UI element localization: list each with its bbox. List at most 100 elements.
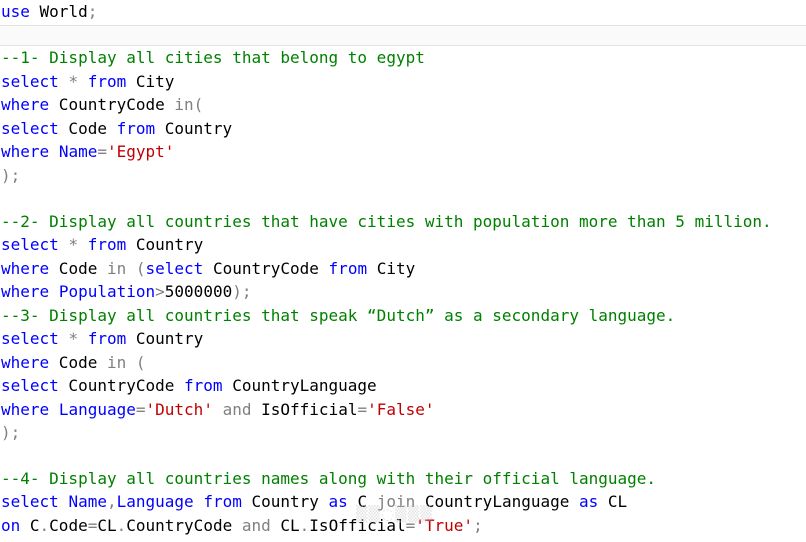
token-text: CountryCode bbox=[126, 516, 242, 535]
token-keyword: as bbox=[579, 492, 599, 511]
code-line[interactable]: where CountryCode in( bbox=[1, 93, 203, 116]
token-keyword: from bbox=[87, 329, 127, 348]
token-keyword: select bbox=[1, 329, 59, 348]
code-line[interactable]: ); bbox=[1, 421, 20, 444]
code-line[interactable]: --2- Display all countries that have cit… bbox=[1, 210, 772, 233]
token-keyword: Language bbox=[58, 400, 136, 419]
token-text: CountryCode bbox=[58, 376, 185, 395]
token-keyword: select bbox=[1, 376, 59, 395]
token-operator: * bbox=[68, 329, 79, 348]
token-string: 'False' bbox=[367, 400, 435, 419]
code-line[interactable]: --1- Display all cities that belong to e… bbox=[1, 46, 425, 69]
token-keyword: from bbox=[328, 259, 368, 278]
token-keyword: on bbox=[1, 516, 21, 535]
token-text: IsOfficial bbox=[251, 400, 358, 419]
token-text: World bbox=[29, 2, 88, 21]
code-line[interactable]: use World; bbox=[1, 0, 97, 23]
code-line[interactable]: --3- Display all countries that speak “D… bbox=[1, 304, 675, 327]
token-keyword: select bbox=[1, 72, 59, 91]
token-text: Code bbox=[49, 259, 107, 278]
token-keyword: Language bbox=[116, 492, 194, 511]
token-operator: ( bbox=[135, 259, 146, 278]
code-line[interactable]: --4- Display all countries names along w… bbox=[1, 467, 656, 490]
code-line[interactable]: ); bbox=[1, 164, 20, 187]
token-operator: ); bbox=[232, 282, 252, 301]
token-text: Country bbox=[126, 235, 204, 254]
token-number: 5000000 bbox=[164, 282, 233, 301]
token-operator: * bbox=[68, 235, 79, 254]
code-line[interactable]: where Population>5000000); bbox=[1, 280, 251, 303]
code-line[interactable]: where Code in (select CountryCode from C… bbox=[1, 257, 415, 280]
line-separator bbox=[0, 25, 806, 46]
token-keyword: where bbox=[1, 353, 50, 372]
token-text: CountryLanguage bbox=[415, 492, 580, 511]
token-keyword: Name bbox=[58, 142, 98, 161]
token-keyword: Population bbox=[58, 282, 156, 301]
token-text: CL bbox=[97, 516, 117, 535]
token-string: 'Egypt' bbox=[106, 142, 175, 161]
token-operator: ); bbox=[1, 423, 21, 442]
code-line[interactable]: select * from Country bbox=[1, 327, 203, 350]
token-operator: . bbox=[39, 516, 50, 535]
token-text: Country bbox=[241, 492, 329, 511]
token-keyword: from bbox=[203, 492, 242, 511]
token-operator: in bbox=[106, 353, 127, 372]
token-operator: and bbox=[241, 516, 271, 535]
token-operator: . bbox=[299, 516, 310, 535]
token-text: CL bbox=[598, 492, 628, 511]
token-operator: . bbox=[116, 516, 127, 535]
token-operator: = bbox=[97, 142, 107, 161]
token-keyword: select bbox=[1, 492, 59, 511]
token-operator: = bbox=[357, 400, 368, 419]
token-keyword: select bbox=[1, 235, 59, 254]
token-keyword: where bbox=[1, 259, 50, 278]
code-line[interactable]: select * from City bbox=[1, 70, 174, 93]
token-keyword: from bbox=[87, 235, 127, 254]
token-keyword: where bbox=[1, 95, 50, 114]
token-text: C bbox=[20, 516, 40, 535]
token-operator: in bbox=[106, 259, 127, 278]
token-text: Code bbox=[49, 516, 88, 535]
code-line[interactable]: select Code from Country bbox=[1, 117, 232, 140]
token-text: City bbox=[367, 259, 416, 278]
token-operator: ( bbox=[135, 353, 146, 372]
token-keyword: where bbox=[1, 142, 50, 161]
token-operator: ; bbox=[473, 516, 483, 535]
token-operator: and bbox=[222, 400, 252, 419]
token-operator: * bbox=[68, 72, 79, 91]
watermark-logo: ▒▒◌▒▒▒ bbox=[356, 505, 433, 523]
token-text: CL bbox=[270, 516, 300, 535]
token-operator: , bbox=[106, 492, 117, 511]
code-line[interactable]: where Code in ( bbox=[1, 351, 146, 374]
code-line[interactable]: select * from Country bbox=[1, 233, 203, 256]
code-line[interactable]: select Name,Language from Country as C j… bbox=[1, 490, 627, 513]
token-comment: --2- Display all countries that have cit… bbox=[1, 212, 772, 231]
code-line[interactable]: where Name='Egypt' bbox=[1, 140, 174, 163]
sql-editor[interactable]: use World; --1- Display all cities that b… bbox=[0, 0, 806, 542]
token-keyword: use bbox=[1, 2, 30, 21]
token-string: 'Dutch' bbox=[145, 400, 213, 419]
token-operator: = bbox=[87, 516, 98, 535]
token-keyword: from bbox=[116, 119, 156, 138]
token-keyword: where bbox=[1, 400, 50, 419]
token-operator: = bbox=[135, 400, 146, 419]
code-line[interactable]: select CountryCode from CountryLanguage bbox=[1, 374, 377, 397]
code-line[interactable]: where Language='Dutch' and IsOfficial='F… bbox=[1, 398, 435, 421]
token-text: CountryLanguage bbox=[222, 376, 377, 395]
token-text: CountryCode bbox=[49, 95, 175, 114]
token-keyword: where bbox=[1, 282, 50, 301]
token-keyword: select bbox=[145, 259, 204, 278]
token-keyword: Name bbox=[68, 492, 107, 511]
token-text: Code bbox=[49, 353, 107, 372]
